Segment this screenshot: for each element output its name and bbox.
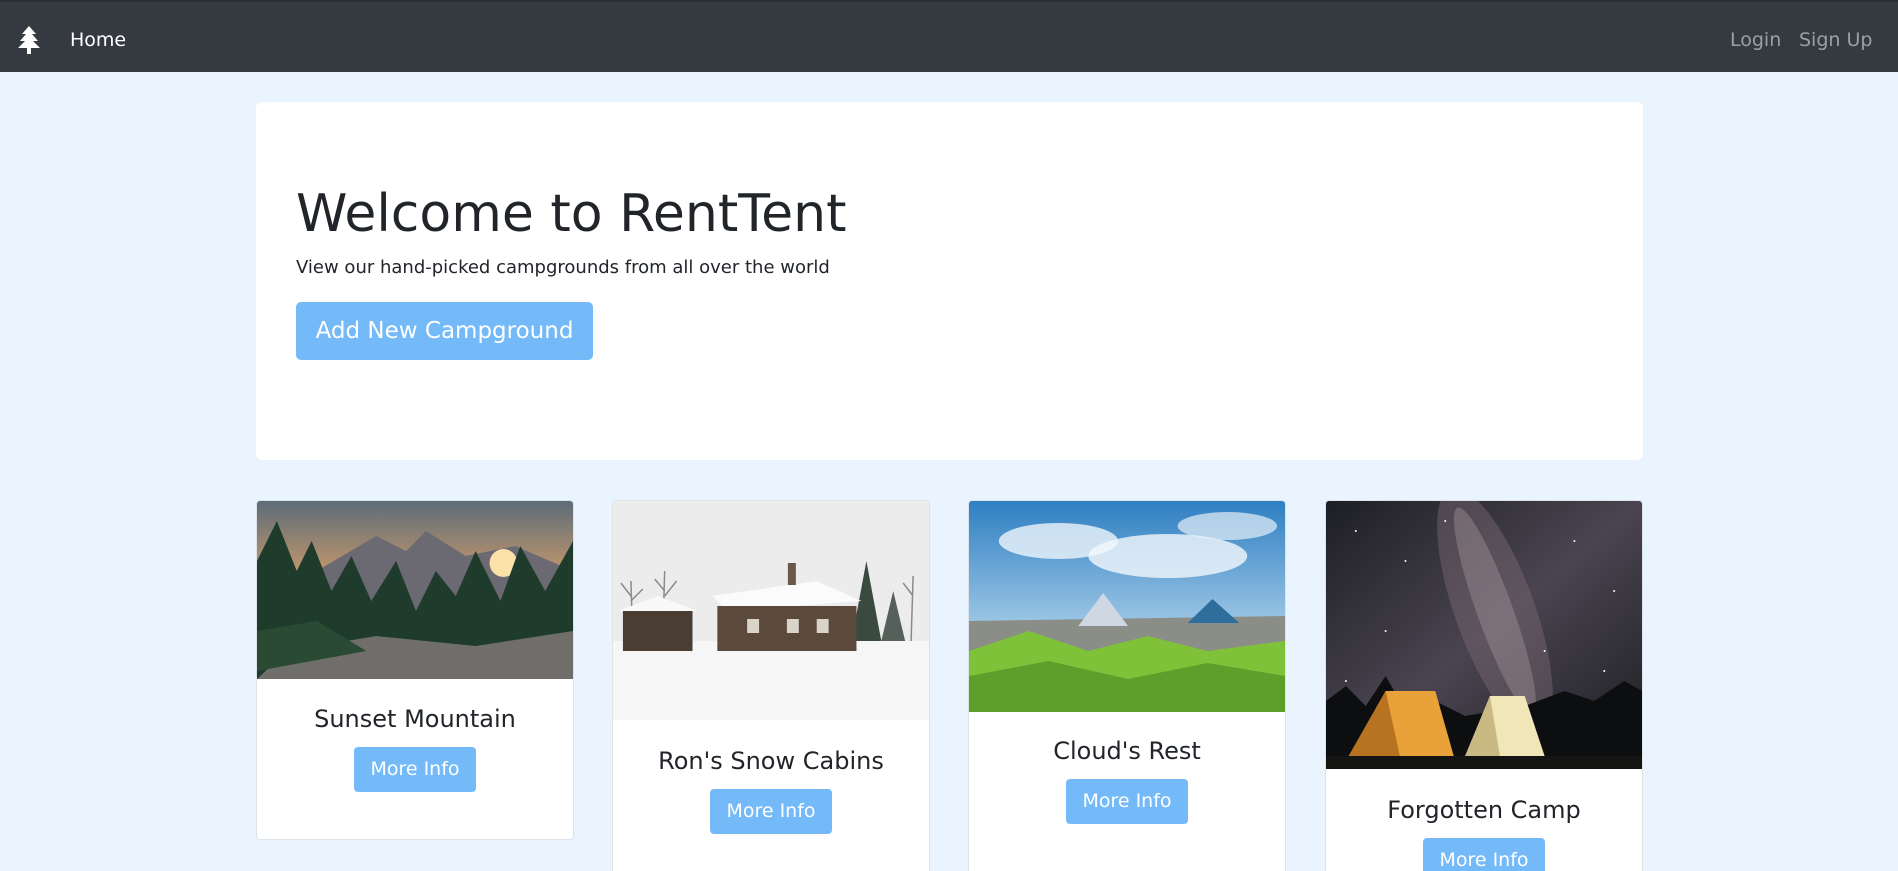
- more-info-button[interactable]: More Info: [1423, 838, 1545, 871]
- campground-name: Cloud's Rest: [1053, 737, 1201, 765]
- campground-name: Forgotten Camp: [1387, 796, 1581, 824]
- campground-image-snow-cabins: [613, 501, 929, 720]
- more-info-button[interactable]: More Info: [354, 747, 476, 792]
- campground-name: Sunset Mountain: [314, 705, 516, 733]
- more-info-button[interactable]: More Info: [1066, 779, 1188, 824]
- campground-card: Cloud's Rest More Info: [968, 500, 1286, 871]
- campground-image-clouds-rest: [969, 501, 1285, 712]
- campground-name: Ron's Snow Cabins: [658, 747, 884, 775]
- navbar: Home Login Sign Up: [0, 0, 1898, 72]
- page-subtitle: View our hand-picked campgrounds from al…: [296, 257, 830, 278]
- nav-home-link[interactable]: Home: [70, 29, 126, 51]
- add-campground-button[interactable]: Add New Campground: [296, 302, 593, 360]
- more-info-button[interactable]: More Info: [710, 789, 832, 834]
- campground-image-sunset-mountain: [257, 501, 573, 679]
- campground-card: Ron's Snow Cabins More Info: [612, 500, 930, 871]
- campground-card: Forgotten Camp More Info: [1325, 500, 1643, 871]
- page-title: Welcome to RentTent: [296, 184, 847, 244]
- nav-login-link[interactable]: Login: [1730, 29, 1781, 51]
- nav-signup-link[interactable]: Sign Up: [1799, 29, 1872, 51]
- campground-card: Sunset Mountain More Info: [256, 500, 574, 840]
- tree-icon[interactable]: [18, 26, 40, 54]
- campground-image-forgotten-camp: [1326, 501, 1642, 769]
- welcome-jumbotron: Welcome to RentTent View our hand-picked…: [256, 102, 1643, 460]
